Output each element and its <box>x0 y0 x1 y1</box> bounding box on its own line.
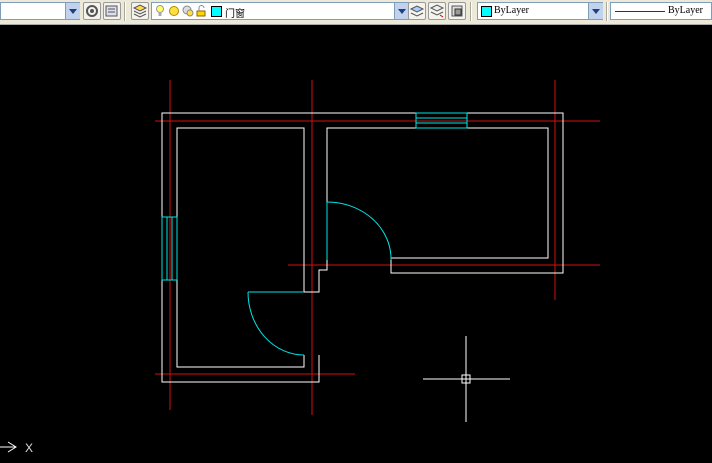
linetype-combo[interactable]: ByLayer <box>610 2 712 20</box>
layer-previous-icon[interactable] <box>103 2 121 20</box>
color-combo[interactable]: ByLayer <box>477 2 603 20</box>
toolbar-separator <box>470 2 472 21</box>
drawing-canvas[interactable] <box>0 25 712 463</box>
lightbulb-on-icon[interactable] <box>155 5 165 17</box>
layer-name: 门窗 <box>225 9 245 20</box>
sun-thawed-icon[interactable] <box>168 5 180 17</box>
chevron-down-icon[interactable] <box>588 3 603 19</box>
layer-state-combo[interactable] <box>0 2 80 20</box>
layer-isolate-icon[interactable] <box>448 2 466 20</box>
toolbar-separator <box>606 2 608 21</box>
make-object-layer-current-icon[interactable] <box>408 2 426 20</box>
chevron-down-icon[interactable] <box>65 3 80 19</box>
canvas-background <box>0 25 712 463</box>
chevron-down-icon[interactable] <box>394 3 409 19</box>
properties-toolbar: 门窗 ByLayer ByLayer <box>0 0 712 25</box>
ucs-x-label: X <box>25 441 34 455</box>
layer-properties-manager-icon[interactable] <box>131 2 149 20</box>
layer-previous-state-icon[interactable] <box>428 2 446 20</box>
layer-combo[interactable]: 门窗 <box>151 2 409 20</box>
layer-color-swatch <box>211 6 222 17</box>
toolbar-separator <box>124 2 126 21</box>
viewport-freeze-icon[interactable] <box>182 5 194 17</box>
unlock-icon[interactable] <box>196 5 208 17</box>
linetype-sample-line <box>615 11 665 12</box>
color-swatch <box>481 6 492 17</box>
linetype-value: ByLayer <box>668 5 703 16</box>
layer-states-manager-icon[interactable] <box>83 2 101 20</box>
color-value: ByLayer <box>494 5 529 16</box>
